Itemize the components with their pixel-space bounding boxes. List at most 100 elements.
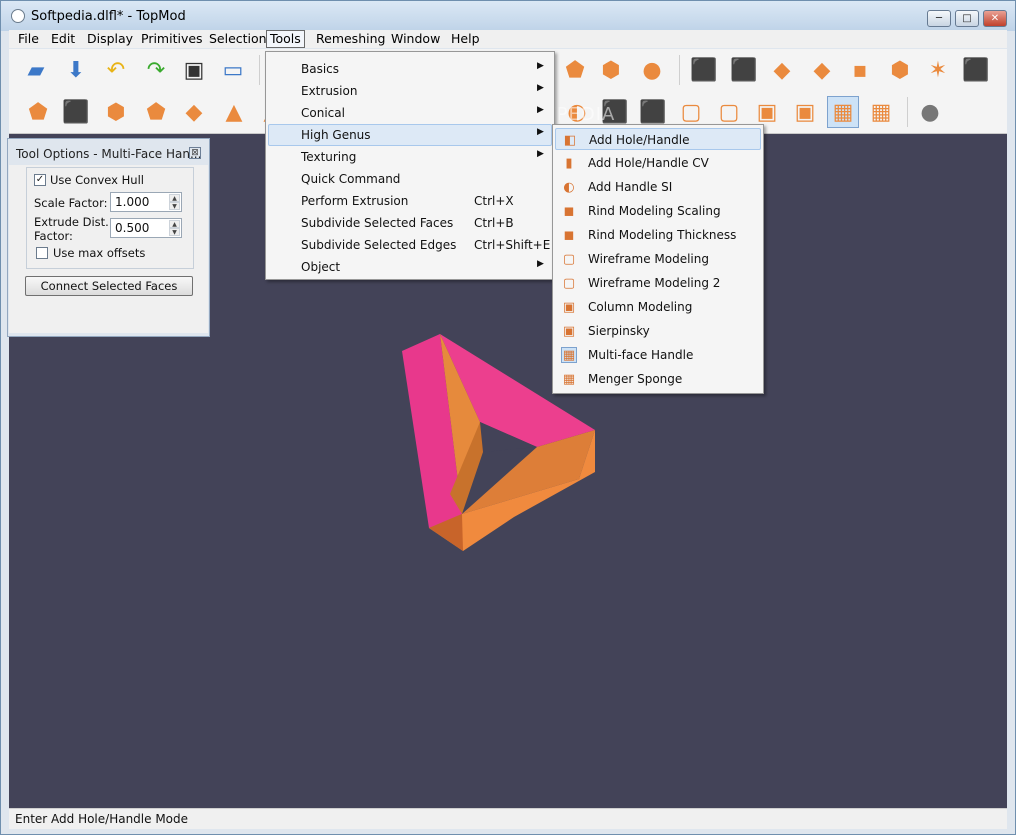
submenu-item-multi-face-handle[interactable]: ▦ Multi-face Handle xyxy=(555,344,761,366)
tools-menu-item-subdivide-faces[interactable]: Subdivide Selected Faces Ctrl+B xyxy=(268,212,552,234)
undo-icon[interactable]: ↶ xyxy=(103,57,129,83)
submenu-item-add-hole-handle[interactable]: ◧ Add Hole/Handle xyxy=(555,128,761,150)
tools-menu-item-subdivide-edges[interactable]: Subdivide Selected Edges Ctrl+Shift+E xyxy=(268,234,552,256)
wireframe-2-tool-icon[interactable]: ▢ xyxy=(716,99,742,125)
submenu-item-rind-thickness[interactable]: ◼ Rind Modeling Thickness xyxy=(555,224,761,246)
extrude-face-icon[interactable]: ⬟ xyxy=(25,99,51,125)
tools-menu-item-object[interactable]: Object ▶ xyxy=(268,256,552,278)
open-file-icon[interactable]: ▰ xyxy=(23,57,49,83)
scale-factor-spinbox[interactable]: 1.000 ▲ ▼ xyxy=(110,192,182,212)
toolbar-separator xyxy=(259,55,260,85)
maximize-button[interactable]: □ xyxy=(955,10,979,27)
menu-window[interactable]: Window xyxy=(388,31,443,47)
menu-item-label: Perform Extrusion xyxy=(301,194,409,208)
toolbar-separator xyxy=(679,55,680,85)
tools-menu-item-texturing[interactable]: Texturing ▶ xyxy=(268,146,552,168)
tools-menu-item-basics[interactable]: Basics ▶ xyxy=(268,58,552,80)
close-button[interactable]: ✕ xyxy=(983,10,1007,27)
tools-menu-item-perform-extrusion[interactable]: Perform Extrusion Ctrl+X xyxy=(268,190,552,212)
extrude-factor-label: Factor: xyxy=(34,229,73,243)
submenu-item-add-hole-handle-cv[interactable]: ▮ Add Hole/Handle CV xyxy=(555,152,761,174)
rind-thickness-tool-icon[interactable]: ⬛ xyxy=(639,99,666,125)
connect-selected-faces-button[interactable]: Connect Selected Faces xyxy=(25,276,193,296)
cube-icon[interactable]: ⬛ xyxy=(730,57,757,83)
tripod-icon[interactable]: ✶ xyxy=(925,57,951,83)
rind-scaling-icon: ◼ xyxy=(563,203,575,219)
octagon-prism-icon[interactable]: ⬢ xyxy=(887,57,913,83)
use-max-offsets-checkbox[interactable] xyxy=(36,247,48,259)
menu-item-label: Conical xyxy=(301,106,345,120)
menu-primitives[interactable]: Primitives xyxy=(138,31,206,47)
geodesic-sphere-icon[interactable]: ● xyxy=(639,57,665,83)
cube-settings-icon[interactable]: ⬛ xyxy=(962,57,989,83)
submenu-arrow-icon: ▶ xyxy=(537,61,544,71)
texture-stone-icon[interactable]: ● xyxy=(917,99,943,125)
scale-factor-label: Scale Factor: xyxy=(34,196,108,210)
extrude-cubical-icon[interactable]: ⬢ xyxy=(103,99,129,125)
sierpinsky-tool-icon[interactable]: ▣ xyxy=(792,99,818,125)
dodecahedron-icon[interactable]: ⬟ xyxy=(562,57,588,83)
submenu-item-wireframe-2[interactable]: ▢ Wireframe Modeling 2 xyxy=(555,272,761,294)
extrude-pyramid-icon[interactable]: ▲ xyxy=(221,99,247,125)
menu-help[interactable]: Help xyxy=(448,31,483,47)
menu-file[interactable]: File xyxy=(15,31,42,47)
cube-vertex-icon[interactable]: ◆ xyxy=(809,57,835,83)
extrude-dual-icon[interactable]: ⬛ xyxy=(62,99,89,125)
menu-item-shortcut: Ctrl+X xyxy=(474,194,514,208)
menu-item-label: Subdivide Selected Faces xyxy=(301,216,454,230)
add-hole-handle-icon: ◧ xyxy=(563,132,577,148)
scale-factor-spin-arrows[interactable]: ▲ ▼ xyxy=(169,194,180,210)
extrude-dodeca-icon[interactable]: ⬟ xyxy=(143,99,169,125)
submenu-item-menger-sponge[interactable]: ▦ Menger Sponge xyxy=(555,368,761,390)
redo-icon[interactable]: ↷ xyxy=(143,57,169,83)
submenu-item-label: Add Hole/Handle xyxy=(589,133,690,147)
tools-menu-item-conical[interactable]: Conical ▶ xyxy=(268,102,552,124)
extrude-dist-spinbox[interactable]: 0.500 ▲ ▼ xyxy=(110,218,182,238)
spin-up-icon[interactable]: ▲ xyxy=(169,194,180,202)
cube-edge-icon[interactable]: ◆ xyxy=(769,57,795,83)
submenu-item-column-modeling[interactable]: ▣ Column Modeling xyxy=(555,296,761,318)
save-file-icon[interactable]: ⬇ xyxy=(63,57,89,83)
spin-down-icon[interactable]: ▼ xyxy=(169,202,180,210)
soccer-ball-icon[interactable]: ⬢ xyxy=(598,57,624,83)
submenu-item-sierpinsky[interactable]: ▣ Sierpinsky xyxy=(555,320,761,342)
split-cubes-icon[interactable]: ▪ xyxy=(847,57,873,83)
scale-factor-value[interactable]: 1.000 xyxy=(115,195,149,209)
submenu-item-label: Rind Modeling Scaling xyxy=(588,204,721,218)
submenu-item-label: Add Hole/Handle CV xyxy=(588,156,709,170)
multi-face-handle-tool-icon[interactable]: ▦ xyxy=(827,96,859,128)
screenshot-icon[interactable]: ▭ xyxy=(220,57,246,83)
use-convex-hull-checkbox[interactable]: ✓ xyxy=(34,174,46,186)
menu-display[interactable]: Display xyxy=(84,31,136,47)
wireframe-tool-icon[interactable]: ▢ xyxy=(678,99,704,125)
high-genus-submenu: ◧ Add Hole/Handle ▮ Add Hole/Handle CV ◐… xyxy=(552,124,764,394)
cube-pink-face-icon[interactable]: ⬛ xyxy=(690,57,717,83)
submenu-item-wireframe[interactable]: ▢ Wireframe Modeling xyxy=(555,248,761,270)
extrude-dist-value[interactable]: 0.500 xyxy=(115,221,149,235)
camera-icon[interactable]: ▣ xyxy=(181,57,207,83)
minimize-button[interactable]: ─ xyxy=(927,10,951,27)
column-tool-icon[interactable]: ▣ xyxy=(754,99,780,125)
menu-tools[interactable]: Tools xyxy=(266,30,305,48)
submenu-item-label: Wireframe Modeling xyxy=(588,252,709,266)
extrude-icosa-icon[interactable]: ◆ xyxy=(181,99,207,125)
spin-down-icon[interactable]: ▼ xyxy=(169,228,180,236)
menger-sponge-tool-icon[interactable]: ▦ xyxy=(868,99,894,125)
tool-options-close-icon[interactable]: ⊠ xyxy=(189,147,201,159)
toolbar-separator xyxy=(907,97,908,127)
tools-menu-item-quick-command[interactable]: Quick Command xyxy=(268,168,552,190)
menu-bar: File Edit Display Primitives Selection T… xyxy=(9,30,1007,48)
submenu-item-rind-scaling[interactable]: ◼ Rind Modeling Scaling xyxy=(555,200,761,222)
menu-item-label: High Genus xyxy=(301,128,371,142)
use-convex-hull-label: Use Convex Hull xyxy=(50,173,144,187)
menu-selection[interactable]: Selection xyxy=(206,31,270,47)
spin-up-icon[interactable]: ▲ xyxy=(169,220,180,228)
menu-remeshing[interactable]: Remeshing xyxy=(313,31,388,47)
submenu-arrow-icon: ▶ xyxy=(537,83,544,93)
wireframe-2-icon: ▢ xyxy=(562,275,576,291)
extrude-dist-spin-arrows[interactable]: ▲ ▼ xyxy=(169,220,180,236)
tools-menu-item-high-genus[interactable]: High Genus ▶ xyxy=(268,124,552,146)
menu-edit[interactable]: Edit xyxy=(48,31,78,47)
tools-menu-item-extrusion[interactable]: Extrusion ▶ xyxy=(268,80,552,102)
submenu-item-add-handle-si[interactable]: ◐ Add Handle SI xyxy=(555,176,761,198)
